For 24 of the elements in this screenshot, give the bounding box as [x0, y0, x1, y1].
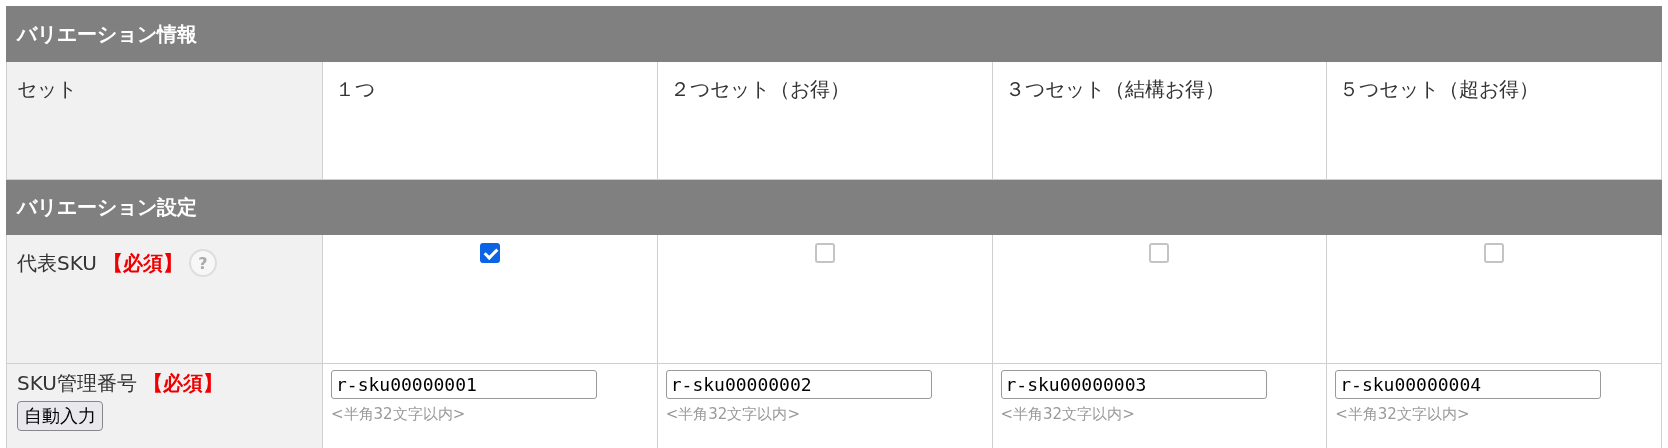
set-option: ３つセット（結構お得）	[1004, 77, 1225, 101]
set-option: ５つセット（超お得）	[1339, 77, 1540, 101]
sku-input-field[interactable]: r-sku00000003	[1000, 370, 1267, 399]
row-label: セット	[17, 76, 77, 103]
section-title: バリエーション情報	[17, 21, 197, 46]
required-tag: 【必須】	[102, 249, 183, 277]
set-option: ２つセット（お得）	[669, 77, 850, 101]
hint-text: <半角32文字以内>	[665, 405, 801, 424]
sku-input-field[interactable]: r-sku00000001	[331, 370, 597, 399]
sku-input-field[interactable]: r-sku00000004	[1335, 370, 1602, 399]
checkbox[interactable]	[479, 243, 500, 263]
auto-fill-button[interactable]: 自動入力	[17, 401, 103, 431]
row-label: 代表SKU	[17, 249, 97, 277]
hint-text: <半角32文字以内>	[1000, 405, 1136, 424]
set-option: １つ	[335, 77, 375, 101]
required-tag: 【必須】	[142, 370, 223, 397]
row-label: SKU管理番号	[17, 370, 137, 397]
sku-input-field[interactable]: r-sku00000002	[665, 370, 932, 399]
checkbox[interactable]	[1149, 243, 1170, 263]
section-title: バリエーション設定	[17, 194, 197, 219]
checkbox[interactable]	[814, 243, 835, 263]
hint-text: <半角32文字以内>	[331, 405, 467, 424]
hint-text: <半角32文字以内>	[1335, 405, 1471, 424]
checkbox[interactable]	[1484, 243, 1505, 263]
